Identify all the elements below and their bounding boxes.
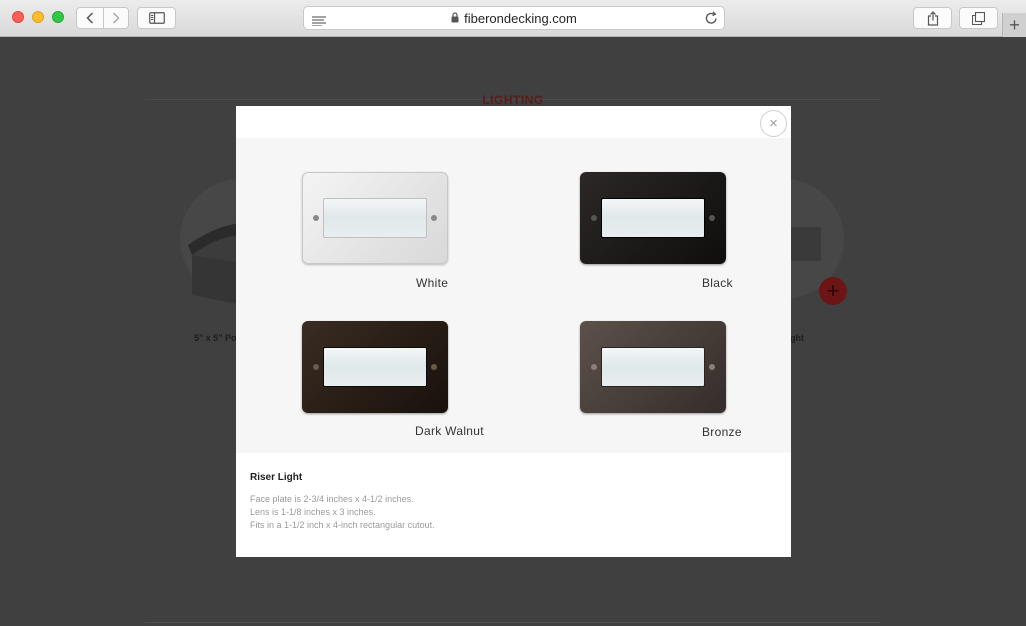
fullscreen-window-button[interactable] <box>52 11 64 23</box>
detail-line: Fits in a 1-1/2 inch x 4-inch rectangula… <box>250 520 435 530</box>
close-window-button[interactable] <box>12 11 24 23</box>
screw-icon <box>591 364 597 370</box>
minimize-window-button[interactable] <box>32 11 44 23</box>
product-title: Riser Light <box>250 472 303 483</box>
tabs-icon <box>972 11 985 25</box>
finish-swatch-black[interactable]: Black <box>580 172 760 294</box>
new-tab-button[interactable]: + <box>1002 13 1026 37</box>
finish-label-dark-walnut: Dark Walnut <box>415 424 484 438</box>
lens-black <box>601 198 705 238</box>
share-button[interactable] <box>913 7 952 29</box>
close-icon: × <box>769 115 778 132</box>
post-cap-image <box>188 223 242 305</box>
tabs-overview-button[interactable] <box>959 7 998 29</box>
url-text: fiberondecking.com <box>464 10 577 26</box>
lens-dark-walnut <box>323 347 427 387</box>
finish-label-white: White <box>416 276 449 290</box>
product-modal: White Black Dark Walnut Bronze × Riser L… <box>236 106 791 557</box>
sidebar-icon <box>148 12 165 24</box>
back-button[interactable] <box>77 8 103 28</box>
finish-swatch-dark-walnut[interactable]: Dark Walnut <box>302 321 492 443</box>
finish-swatch-bronze[interactable]: Bronze <box>580 321 760 443</box>
finish-label-bronze: Bronze <box>702 425 742 439</box>
detail-line: Face plate is 2-3/4 inches x 4-1/2 inche… <box>250 494 414 504</box>
screw-icon <box>709 364 715 370</box>
add-product-button[interactable]: + <box>819 277 847 305</box>
chevron-left-icon <box>86 12 93 24</box>
forward-button[interactable] <box>102 8 129 28</box>
browser-toolbar: fiberondecking.com + <box>0 0 1026 37</box>
reload-icon[interactable] <box>705 11 718 30</box>
navigation-buttons <box>76 7 129 29</box>
divider <box>145 622 880 623</box>
lens-bronze <box>601 347 705 387</box>
detail-line: Lens is 1-1/8 inches x 3 inches. <box>250 507 376 517</box>
lock-icon <box>451 11 459 26</box>
finish-label-black: Black <box>702 276 733 290</box>
product-caption-right: ght <box>790 333 804 343</box>
screw-icon <box>431 215 437 221</box>
product-details: Face plate is 2-3/4 inches x 4-1/2 inche… <box>250 493 435 532</box>
screw-icon <box>313 215 319 221</box>
lens-white <box>323 198 427 238</box>
screw-icon <box>591 215 597 221</box>
product-caption-left: 5" x 5" Po <box>194 333 237 343</box>
chevron-right-icon <box>112 12 120 24</box>
screw-icon <box>709 215 715 221</box>
close-modal-button[interactable]: × <box>760 110 787 137</box>
finish-gallery: White Black Dark Walnut Bronze <box>236 138 791 453</box>
screw-icon <box>313 364 319 370</box>
sidebar-button[interactable] <box>137 7 176 29</box>
riser-light-image <box>791 227 821 261</box>
finish-swatch-white[interactable]: White <box>302 172 482 294</box>
section-title: LIGHTING <box>482 93 544 107</box>
screw-icon <box>431 364 437 370</box>
share-icon <box>927 10 938 26</box>
address-bar[interactable]: fiberondecking.com <box>303 6 725 30</box>
